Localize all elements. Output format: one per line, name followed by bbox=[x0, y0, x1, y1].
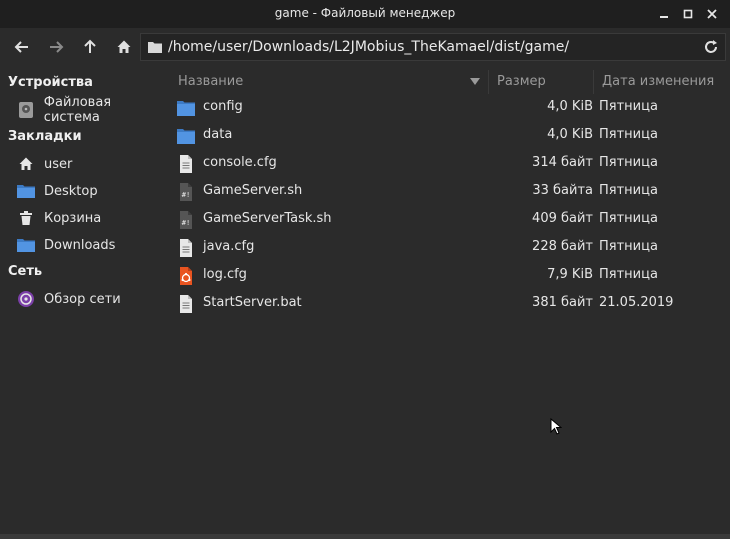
sidebar-item-downloads[interactable]: Downloads bbox=[16, 234, 115, 256]
file-list: Название Размер Дата изменения config 4,… bbox=[170, 66, 730, 536]
file-size: 409 байт bbox=[532, 211, 593, 226]
minimize-icon bbox=[660, 16, 668, 18]
title-bar: game - Файловый менеджер bbox=[0, 0, 730, 28]
text-file-icon bbox=[180, 239, 192, 257]
script-file-icon: #! bbox=[180, 183, 192, 201]
folder-icon bbox=[177, 129, 195, 144]
bookmarks-heading: Закладки bbox=[8, 129, 82, 144]
mouse-pointer-icon bbox=[550, 418, 562, 435]
file-row[interactable]: #! GameServerTask.sh 409 байт Пятница bbox=[170, 206, 730, 234]
close-button[interactable] bbox=[702, 4, 722, 24]
file-date: Пятница bbox=[599, 99, 658, 114]
home-icon bbox=[117, 40, 131, 53]
sidebar-item-filesystem[interactable]: Файловая система bbox=[16, 95, 170, 125]
file-name: log.cfg bbox=[203, 267, 247, 282]
file-size: 228 байт bbox=[532, 239, 593, 254]
sidebar-item-trash[interactable]: Корзина bbox=[16, 207, 101, 229]
home-icon bbox=[16, 155, 36, 173]
file-size: 4,0 KiB bbox=[547, 127, 593, 142]
file-row[interactable]: StartServer.bat 381 байт 21.05.2019 bbox=[170, 290, 730, 318]
file-size: 4,0 KiB bbox=[547, 99, 593, 114]
file-date: Пятница bbox=[599, 211, 658, 226]
column-header-name[interactable]: Название bbox=[178, 74, 243, 89]
sidebar-item-network[interactable]: Обзор сети bbox=[16, 288, 121, 310]
home-button[interactable] bbox=[112, 36, 136, 58]
file-name: GameServerTask.sh bbox=[203, 211, 332, 226]
sidebar-item-label: Downloads bbox=[44, 237, 116, 253]
file-name: java.cfg bbox=[203, 239, 255, 254]
network-icon bbox=[16, 290, 36, 308]
file-name: config bbox=[203, 99, 243, 114]
file-date: Пятница bbox=[599, 155, 658, 170]
maximize-icon bbox=[683, 9, 693, 19]
column-header-size[interactable]: Размер bbox=[497, 74, 546, 89]
file-name: data bbox=[203, 127, 233, 142]
drive-icon bbox=[16, 101, 36, 119]
file-row[interactable]: #! GameServer.sh 33 байта Пятница bbox=[170, 178, 730, 206]
sort-descending-icon[interactable] bbox=[470, 78, 480, 85]
column-header-date[interactable]: Дата изменения bbox=[602, 74, 714, 89]
trash-icon bbox=[16, 209, 36, 227]
file-date: Пятница bbox=[599, 183, 658, 198]
text-file-icon bbox=[180, 295, 192, 313]
folder-icon bbox=[177, 101, 195, 116]
sidebar-item-label: Файловая система bbox=[43, 95, 112, 125]
arrow-right-icon bbox=[50, 41, 64, 53]
column-separator bbox=[488, 70, 489, 94]
file-date: Пятница bbox=[599, 239, 658, 254]
file-name: StartServer.bat bbox=[203, 295, 302, 310]
sidebar-item-user[interactable]: user bbox=[16, 153, 72, 175]
sidebar: Устройства Файловая система Закладки use… bbox=[0, 66, 170, 536]
forward-button[interactable] bbox=[44, 36, 68, 58]
file-size: 7,9 KiB bbox=[547, 267, 593, 282]
sidebar-item-desktop[interactable]: Desktop bbox=[16, 180, 98, 202]
file-name: console.cfg bbox=[203, 155, 277, 170]
svg-text:#!: #! bbox=[182, 219, 190, 227]
file-date: Пятница bbox=[599, 267, 658, 282]
ubuntu-file-icon bbox=[180, 267, 192, 285]
toolbar: /home/user/Downloads/L2JMobius_TheKamael… bbox=[0, 28, 730, 66]
sidebar-item-label: Корзина bbox=[44, 210, 102, 226]
file-name: GameServer.sh bbox=[203, 183, 303, 198]
minimize-button[interactable] bbox=[654, 4, 674, 24]
maximize-button[interactable] bbox=[678, 4, 698, 24]
file-date: 21.05.2019 bbox=[599, 295, 674, 310]
folder-icon bbox=[16, 236, 36, 254]
file-size: 381 байт bbox=[532, 295, 593, 310]
file-row[interactable]: console.cfg 314 байт Пятница bbox=[170, 150, 730, 178]
devices-heading: Устройства bbox=[8, 75, 93, 90]
status-bar bbox=[0, 534, 730, 539]
sidebar-item-label: Обзор сети bbox=[44, 291, 121, 307]
file-size: 33 байта bbox=[532, 183, 593, 198]
address-path[interactable]: /home/user/Downloads/L2JMobius_TheKamael… bbox=[168, 39, 569, 55]
sidebar-item-label: Desktop bbox=[44, 183, 98, 199]
folder-icon bbox=[148, 42, 162, 53]
back-button[interactable] bbox=[10, 36, 34, 58]
file-row[interactable]: data 4,0 KiB Пятница bbox=[170, 122, 730, 150]
address-bar[interactable]: /home/user/Downloads/L2JMobius_TheKamael… bbox=[140, 33, 726, 61]
script-file-icon: #! bbox=[180, 211, 192, 229]
file-row[interactable]: log.cfg 7,9 KiB Пятница bbox=[170, 262, 730, 290]
sidebar-item-label: user bbox=[44, 156, 73, 172]
file-row[interactable]: config 4,0 KiB Пятница bbox=[170, 94, 730, 122]
file-date: Пятница bbox=[599, 127, 658, 142]
desktop-folder-icon bbox=[16, 182, 36, 200]
arrow-up-icon bbox=[84, 39, 96, 53]
file-size: 314 байт bbox=[532, 155, 593, 170]
up-button[interactable] bbox=[78, 36, 102, 58]
close-icon bbox=[707, 9, 717, 19]
svg-text:#!: #! bbox=[182, 191, 190, 199]
window-title: game - Файловый менеджер bbox=[274, 6, 456, 20]
text-file-icon bbox=[180, 155, 192, 173]
reload-icon[interactable] bbox=[703, 39, 719, 55]
column-separator bbox=[593, 70, 594, 94]
network-heading: Сеть bbox=[8, 264, 43, 279]
file-row[interactable]: java.cfg 228 байт Пятница bbox=[170, 234, 730, 262]
arrow-left-icon bbox=[14, 41, 28, 53]
